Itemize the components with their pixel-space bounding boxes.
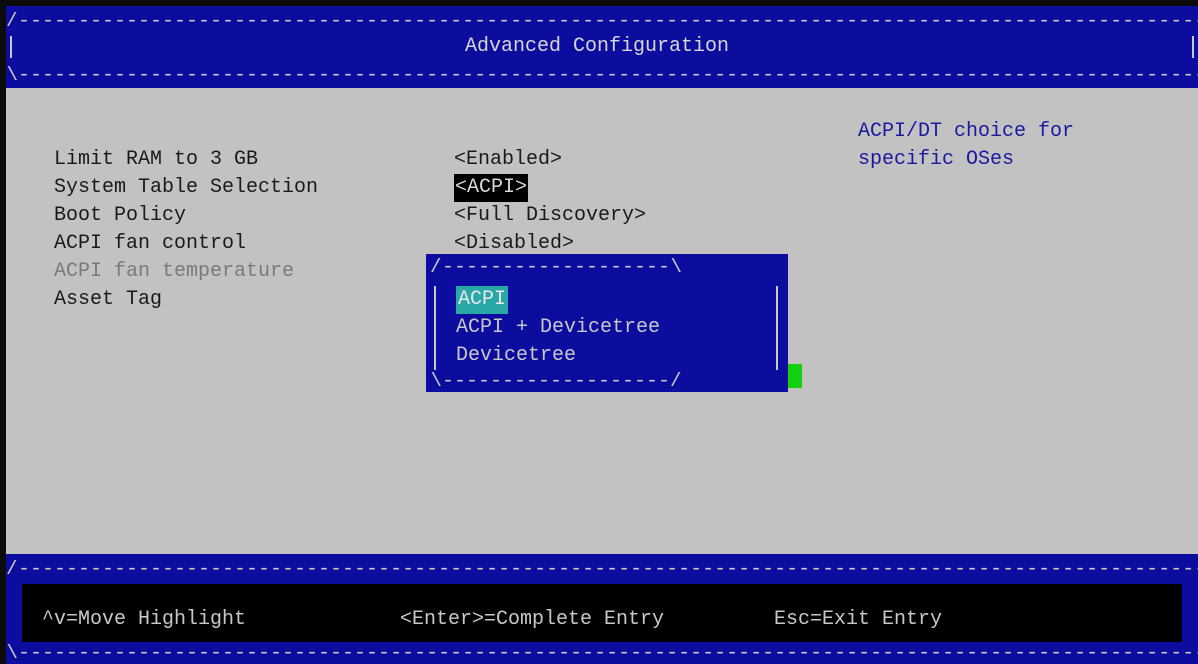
popup-right-edge <box>776 286 778 370</box>
popup-option-acpi-devicetree[interactable]: ACPI + Devicetree <box>456 314 660 342</box>
footer-top-border: /---------------------------------------… <box>6 560 1198 580</box>
page-title: Advanced Configuration <box>464 35 730 58</box>
popup-top-border: /-------------------\ <box>430 258 683 278</box>
setting-boot-policy-label[interactable]: Boot Policy <box>54 202 186 230</box>
option-popup[interactable]: /-------------------\ ACPI ACPI + Device… <box>426 254 788 392</box>
header-top-border: /---------------------------------------… <box>6 12 1198 32</box>
popup-option-devicetree[interactable]: Devicetree <box>456 342 576 370</box>
help-text: ACPI/DT choice for specific OSes <box>858 120 1075 171</box>
header-bottom-border: \---------------------------------------… <box>6 66 1198 86</box>
setting-limit-ram-value[interactable]: <Enabled> <box>454 146 562 174</box>
footer-key-exit-entry: Esc=Exit Entry <box>774 608 943 631</box>
popup-bottom-border: \-------------------/ <box>430 372 683 392</box>
setting-fan-control-label[interactable]: ACPI fan control <box>54 230 246 258</box>
setting-limit-ram-label[interactable]: Limit RAM to 3 GB <box>54 146 258 174</box>
footer-key-move-highlight: ^v=Move Highlight <box>42 608 247 631</box>
setting-system-table-value[interactable]: <ACPI> <box>454 174 529 202</box>
setting-asset-tag-label[interactable]: Asset Tag <box>54 286 162 314</box>
header-bar: /---------------------------------------… <box>6 6 1198 88</box>
popup-option-acpi[interactable]: ACPI <box>456 286 509 314</box>
setting-system-table-label[interactable]: System Table Selection <box>54 174 318 202</box>
header-right-edge <box>1192 36 1194 58</box>
setting-boot-policy-value[interactable]: <Full Discovery> <box>454 202 646 230</box>
setting-fan-temperature-label: ACPI fan temperature <box>54 260 295 283</box>
footer-key-complete-entry: <Enter>=Complete Entry <box>400 608 665 631</box>
footer-bottom-border: \---------------------------------------… <box>6 644 1198 664</box>
text-cursor <box>788 364 802 388</box>
bios-screen: /---------------------------------------… <box>6 6 1198 664</box>
popup-left-edge <box>434 286 436 370</box>
